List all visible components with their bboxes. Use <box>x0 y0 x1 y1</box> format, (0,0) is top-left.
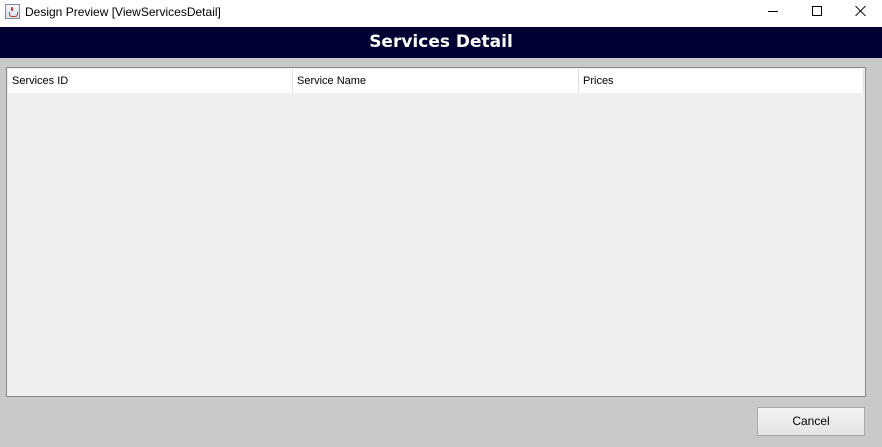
close-button[interactable] <box>839 0 882 27</box>
maximize-icon <box>812 6 822 16</box>
application-window: Design Preview [ViewServicesDetail] Serv… <box>0 0 882 447</box>
page-title: Services Detail <box>369 32 513 52</box>
table-header: Services ID Service Name Prices <box>8 69 864 93</box>
window-title: Design Preview [ViewServicesDetail] <box>25 5 221 19</box>
java-cup-icon <box>5 4 20 19</box>
column-header-services-id[interactable]: Services ID <box>8 69 293 93</box>
title-bar[interactable]: Design Preview [ViewServicesDetail] <box>0 0 882 27</box>
maximize-button[interactable] <box>795 0 839 27</box>
minimize-icon <box>768 11 778 12</box>
services-table[interactable]: Services ID Service Name Prices <box>6 67 866 397</box>
cancel-button[interactable]: Cancel <box>757 407 865 436</box>
column-header-prices[interactable]: Prices <box>579 69 864 93</box>
minimize-button[interactable] <box>751 0 795 27</box>
header-banner: Services Detail <box>0 27 882 58</box>
column-header-service-name[interactable]: Service Name <box>293 69 579 93</box>
close-icon <box>855 5 867 17</box>
